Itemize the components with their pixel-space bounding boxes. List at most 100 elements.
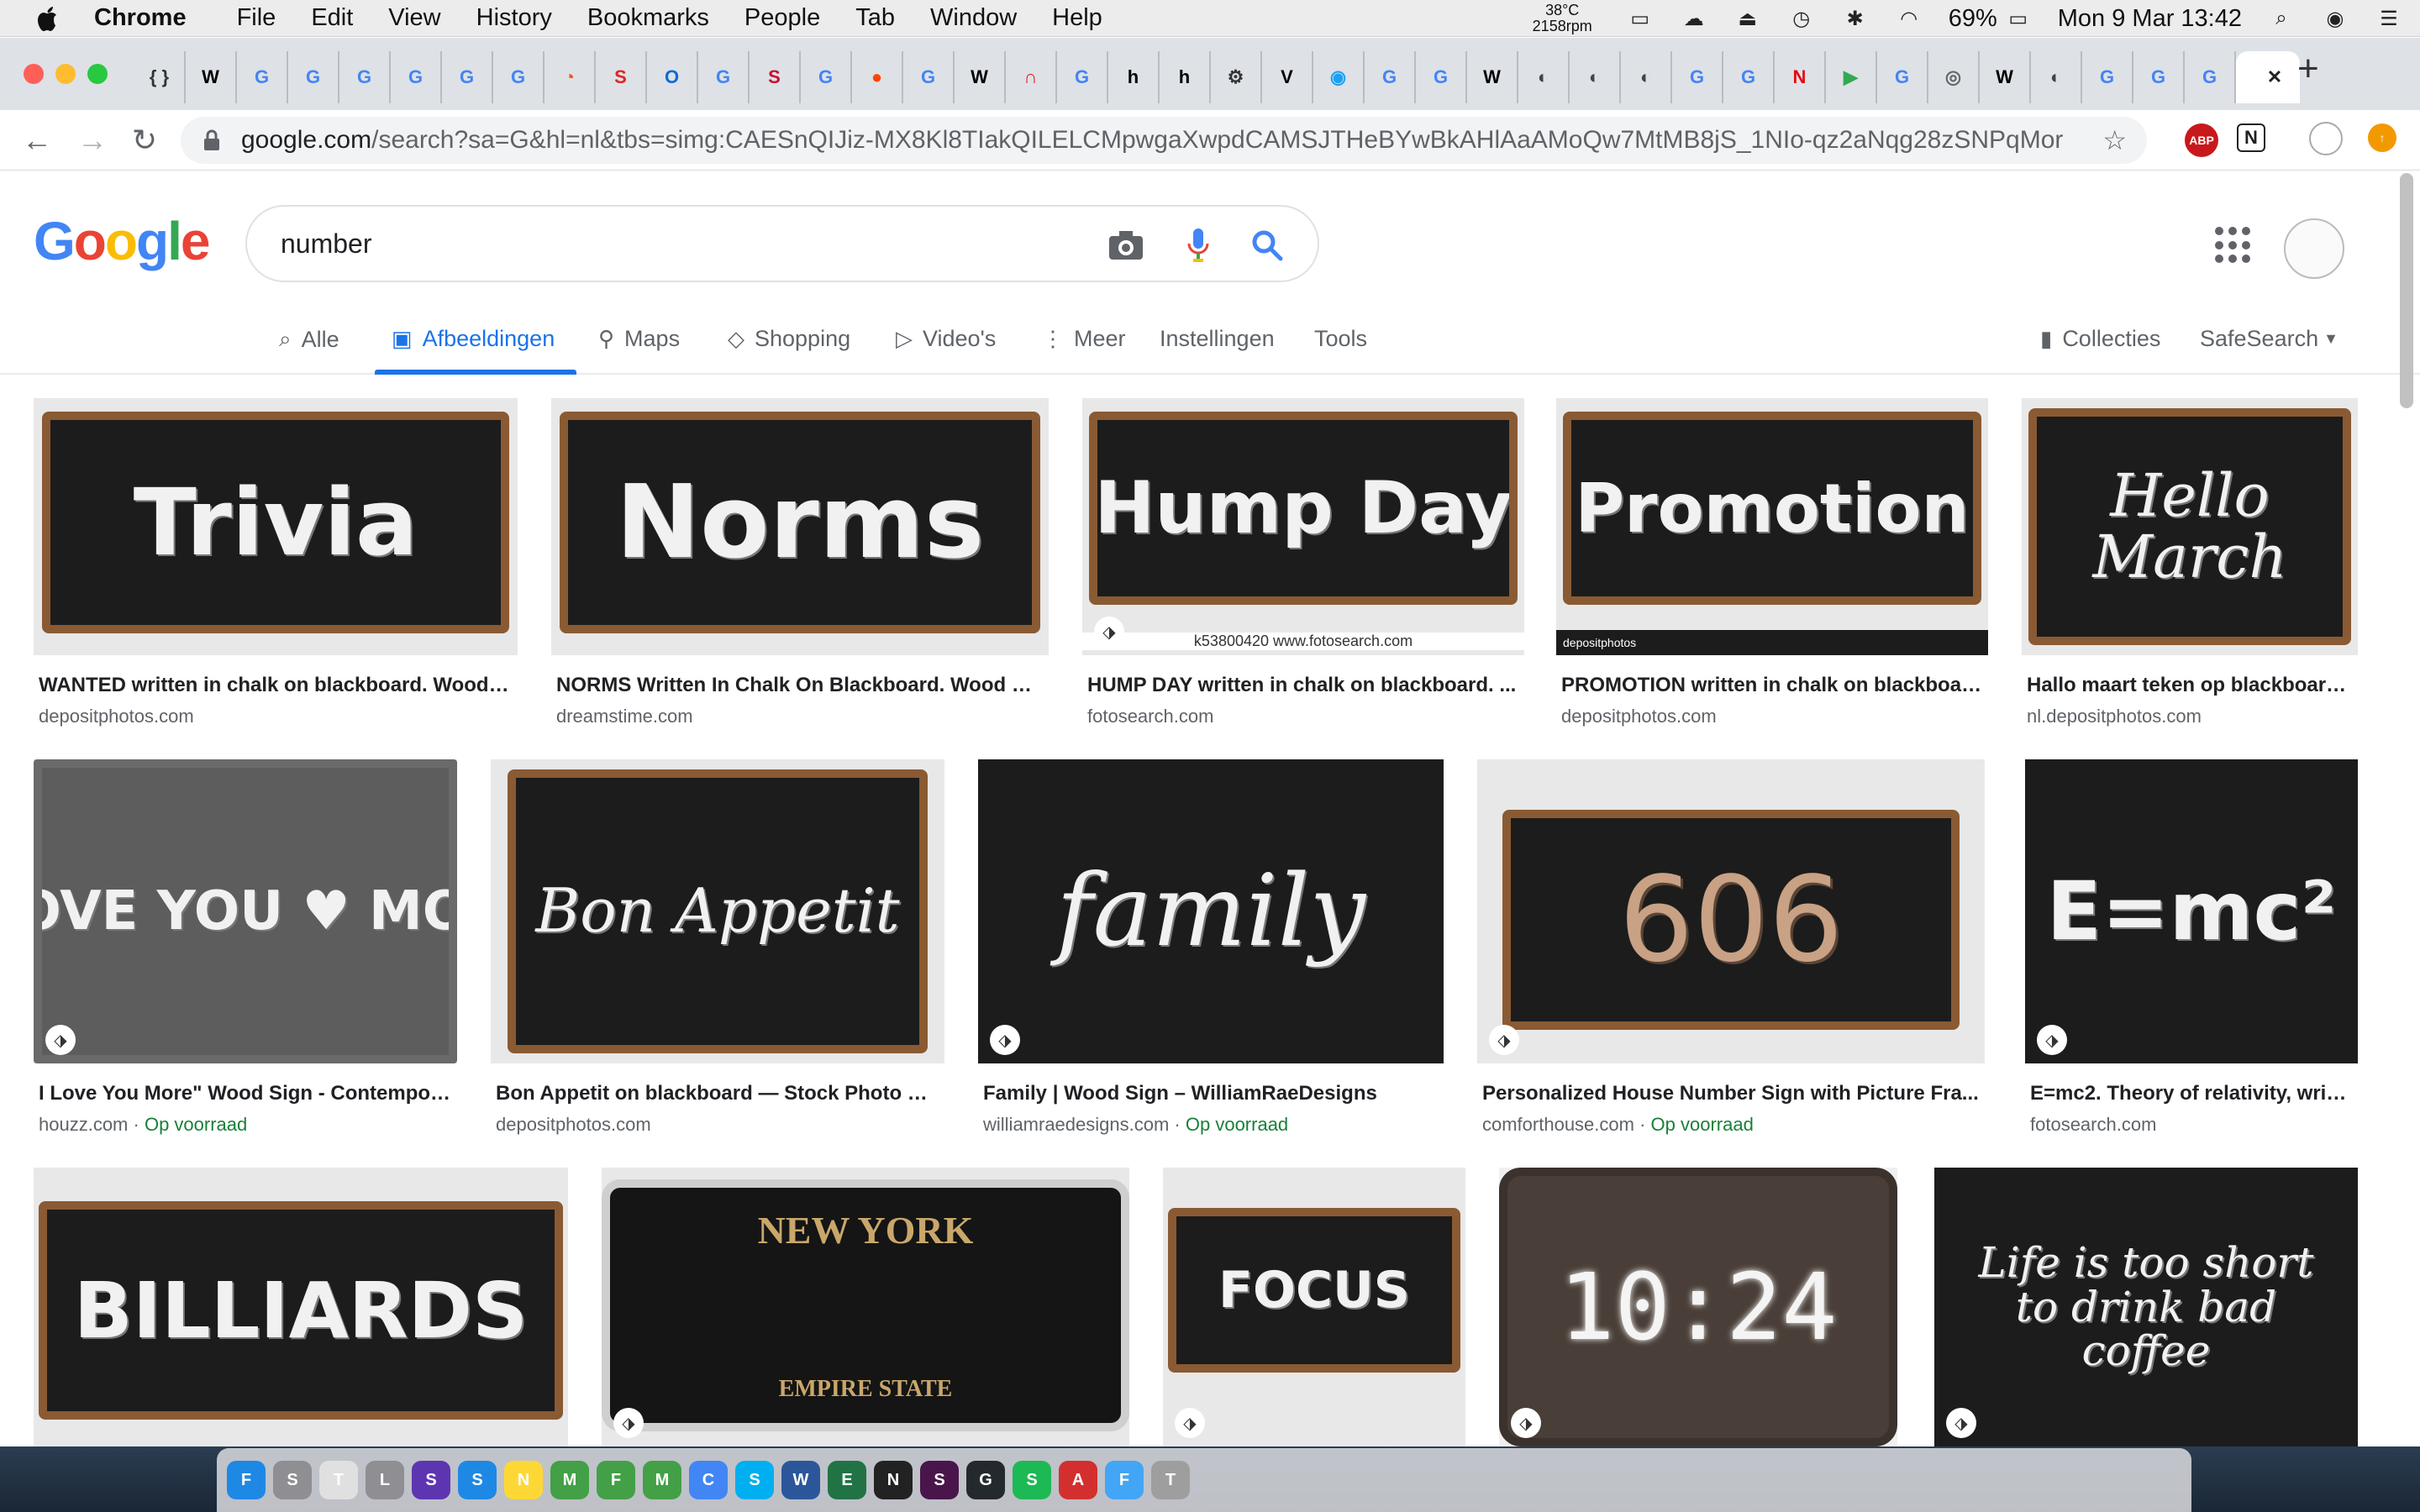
browser-tab[interactable]: G (2082, 51, 2133, 103)
browser-tab[interactable]: ◐ (1570, 51, 1621, 103)
menu-edit[interactable]: Edit (311, 4, 353, 32)
camera-search-icon[interactable] (1106, 225, 1146, 265)
image-result[interactable]: BILLIARDS (34, 1168, 568, 1446)
dock-app-textedit-icon[interactable]: T (319, 1461, 358, 1499)
tab-tools[interactable]: Tools (1314, 326, 1367, 352)
image-result[interactable]: Promotion depositphotos PROMOTION written … (1556, 398, 1988, 756)
browser-tab[interactable]: ◉ (1313, 51, 1365, 103)
temperature-readout[interactable]: 38°C 2158rpm (1533, 3, 1592, 34)
dock-app-finder-icon[interactable]: F (227, 1461, 266, 1499)
clock[interactable]: Mon 9 Mar 13:42 (2058, 5, 2242, 33)
browser-tab[interactable]: G (442, 51, 493, 103)
notion-extension[interactable]: N (2237, 123, 2265, 152)
result-thumbnail[interactable]: NEW YORK EMPIRE STATE ⬗ (602, 1168, 1129, 1446)
lock-icon[interactable] (203, 129, 221, 151)
browser-tab[interactable]: G (801, 51, 852, 103)
browser-tab[interactable]: G (1672, 51, 1723, 103)
image-result[interactable]: I LOVE YOU ♥ MORE ⬗ I Love You More" Wood … (34, 759, 457, 1164)
result-source[interactable]: fotosearch.com (1087, 706, 1213, 727)
profile-avatar-icon[interactable] (2309, 122, 2343, 155)
result-thumbnail[interactable]: FOCUS ⬗ (1163, 1168, 1465, 1446)
tab-shopping[interactable]: ◇ Shopping (728, 326, 850, 352)
browser-tab[interactable]: S (750, 51, 801, 103)
airplay-icon[interactable]: ⏏ (1733, 6, 1762, 31)
result-thumbnail[interactable]: Hump Day k53800420 www.fotosearch.com ⬗ (1082, 398, 1524, 655)
result-source[interactable]: nl.depositphotos.com (2027, 706, 2202, 727)
browser-tab[interactable]: G (237, 51, 288, 103)
result-thumbnail[interactable]: 606 ⬗ (1477, 759, 1985, 1063)
result-title[interactable]: Hallo maart teken op blackboard ... (2027, 674, 2353, 697)
tab-close-icon[interactable]: ✕ (2263, 66, 2286, 89)
browser-tab[interactable]: W (955, 51, 1006, 103)
spotlight-search-icon[interactable]: ⌕ (2267, 6, 2296, 31)
browser-tab[interactable]: G (1416, 51, 1467, 103)
collections-link[interactable]: ▮ Collecties (2040, 326, 2160, 352)
siri-icon[interactable]: ◉ (2321, 6, 2349, 31)
result-title[interactable]: HUMP DAY written in chalk on blackboard.… (1087, 674, 1519, 697)
reload-icon[interactable]: ↻ (126, 122, 163, 159)
browser-tab[interactable]: G (2133, 51, 2185, 103)
dock-app-spotify-icon[interactable]: S (1013, 1461, 1051, 1499)
image-result[interactable]: FOCUS ⬗ (1163, 1168, 1465, 1446)
dock-app-chrome-icon[interactable]: C (689, 1461, 728, 1499)
wifi-icon[interactable]: ◠ (1895, 6, 1923, 31)
dock-app-excel-icon[interactable]: E (828, 1461, 866, 1499)
creative-cloud-icon[interactable]: ☁ (1680, 6, 1708, 31)
browser-tab[interactable]: W (1980, 51, 2031, 103)
browser-tab[interactable]: W (1467, 51, 1518, 103)
result-thumbnail[interactable]: Hello March (2022, 398, 2358, 655)
tab-more[interactable]: ⋮ Meer (1042, 326, 1126, 352)
menu-tab[interactable]: Tab (855, 4, 895, 32)
browser-tab[interactable]: ◔ (544, 51, 596, 103)
image-result[interactable]: Trivia WANTED written in chalk on blackbo… (34, 398, 518, 756)
menu-history[interactable]: History (476, 4, 552, 32)
image-result[interactable]: Hump Day k53800420 www.fotosearch.com ⬗ HUM… (1082, 398, 1524, 756)
tab-maps[interactable]: ⚲ Maps (598, 326, 680, 352)
time-machine-icon[interactable]: ◷ (1787, 6, 1816, 31)
browser-tab[interactable]: h (1160, 51, 1211, 103)
menu-people[interactable]: People (744, 4, 820, 32)
dock-app-notion-icon[interactable]: N (874, 1461, 913, 1499)
browser-tab[interactable]: G (2185, 51, 2236, 103)
image-result[interactable]: 10:24 ⬗ (1499, 1168, 1897, 1446)
dock-app-launchpad-icon[interactable]: L (366, 1461, 404, 1499)
dock-app-notes-icon[interactable]: N (504, 1461, 543, 1499)
browser-tab[interactable]: ◐ (1621, 51, 1672, 103)
window-zoom-button[interactable] (87, 64, 108, 84)
image-result[interactable]: Bon Appetit Bon Appetit on blackboard — S… (491, 759, 944, 1164)
browser-tab[interactable]: ◐ (2031, 51, 2082, 103)
browser-tab[interactable]: G (391, 51, 442, 103)
menu-help[interactable]: Help (1052, 4, 1102, 32)
result-title[interactable]: I Love You More" Wood Sign - Contempora.… (39, 1082, 452, 1105)
result-thumbnail[interactable]: Norms (551, 398, 1049, 655)
browser-tab[interactable]: G (1365, 51, 1416, 103)
dock-app-messages-icon[interactable]: M (550, 1461, 589, 1499)
safesearch-dropdown[interactable]: SafeSearch ▼ (2200, 326, 2338, 352)
menu-bookmarks[interactable]: Bookmarks (587, 4, 709, 32)
menu-window[interactable]: Window (930, 4, 1017, 32)
result-source[interactable]: dreamstime.com (556, 706, 693, 727)
result-thumbnail[interactable]: family ⬗ (978, 759, 1444, 1063)
menu-file[interactable]: File (237, 4, 276, 32)
microphone-icon[interactable] (1178, 225, 1218, 265)
result-source[interactable]: depositphotos.com (1561, 706, 1717, 727)
result-thumbnail[interactable]: Life is too short to drink bad coffee ⬗ (1934, 1168, 2358, 1446)
dock-app-siri-icon[interactable]: S (412, 1461, 450, 1499)
browser-tab[interactable]: W (186, 51, 237, 103)
result-thumbnail[interactable]: 10:24 ⬗ (1499, 1168, 1897, 1446)
browser-tab[interactable]: G (339, 51, 391, 103)
tab-settings[interactable]: Instellingen (1160, 326, 1275, 352)
result-thumbnail[interactable]: I LOVE YOU ♥ MORE ⬗ (34, 759, 457, 1063)
browser-tab[interactable]: ⚙ (1211, 51, 1262, 103)
dock-app-folder-icon[interactable]: F (1105, 1461, 1144, 1499)
search-submit-icon[interactable] (1247, 225, 1287, 265)
browser-tab[interactable]: G (493, 51, 544, 103)
window-minimize-button[interactable] (55, 64, 76, 84)
url-text[interactable]: google.com/search?sa=G&hl=nl&tbs=simg:CA… (241, 126, 2065, 155)
bookmark-star-icon[interactable]: ☆ (2102, 124, 2127, 156)
dock-app-acrobat-icon[interactable]: A (1059, 1461, 1097, 1499)
result-thumbnail[interactable]: Bon Appetit (491, 759, 944, 1063)
search-input[interactable] (281, 228, 1037, 260)
browser-tab[interactable]: ▶ (1826, 51, 1877, 103)
result-title[interactable]: Bon Appetit on blackboard — Stock Photo … (496, 1082, 939, 1105)
